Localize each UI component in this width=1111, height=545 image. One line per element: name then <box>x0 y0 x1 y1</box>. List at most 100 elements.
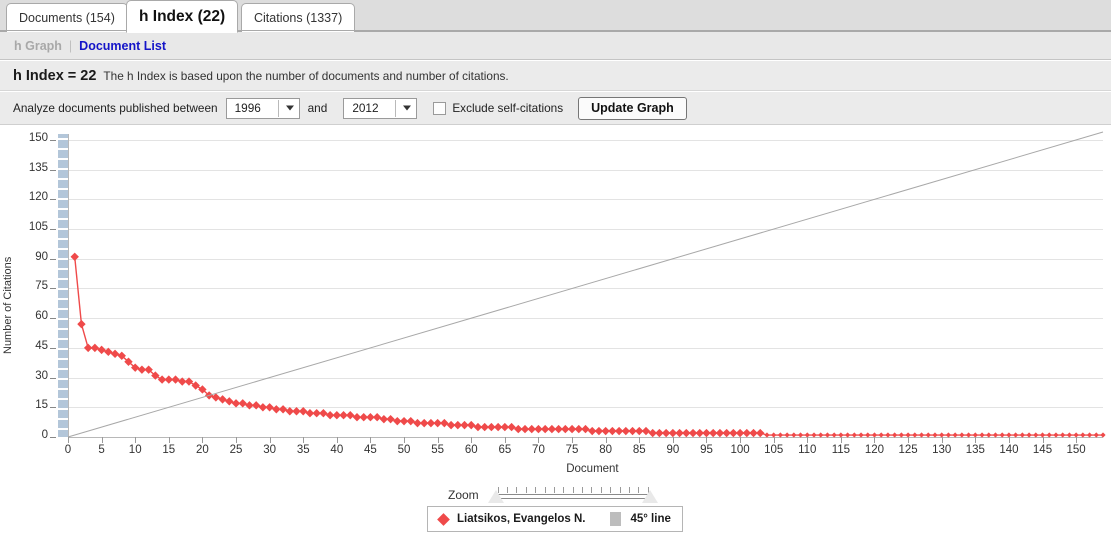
exclude-self-citations-label: Exclude self-citations <box>452 101 564 115</box>
data-point-marker[interactable] <box>641 426 651 436</box>
data-point-marker[interactable] <box>319 409 328 418</box>
data-point-marker[interactable] <box>184 377 194 386</box>
exclude-self-citations-checkbox[interactable] <box>433 101 447 115</box>
x-tick-label: 30 <box>263 444 276 456</box>
data-point-marker[interactable] <box>110 349 120 359</box>
data-point-marker[interactable] <box>251 401 261 410</box>
zoom-slider-handle-left[interactable] <box>487 490 504 503</box>
x-tick-mark <box>68 437 69 443</box>
data-point-marker[interactable] <box>811 432 817 438</box>
data-point-marker[interactable] <box>892 432 898 438</box>
data-point-marker[interactable] <box>764 432 770 438</box>
data-point-marker[interactable] <box>784 432 790 438</box>
data-point-marker[interactable] <box>346 411 355 420</box>
update-graph-button[interactable]: Update Graph <box>578 96 687 120</box>
data-point-marker[interactable] <box>945 432 952 438</box>
data-point-marker[interactable] <box>507 422 516 432</box>
data-point-marker[interactable] <box>1100 432 1106 438</box>
data-point-marker[interactable] <box>299 407 308 416</box>
data-point-marker[interactable] <box>225 397 234 406</box>
data-point-marker[interactable] <box>467 420 476 430</box>
data-point-marker[interactable] <box>372 412 382 422</box>
x-tick-mark <box>908 437 910 443</box>
data-point-marker[interactable] <box>97 345 106 355</box>
data-point-marker[interactable] <box>818 432 824 438</box>
data-point-marker[interactable] <box>171 375 180 384</box>
zoom-slider-tick <box>525 487 527 493</box>
data-point-marker[interactable] <box>1046 432 1052 438</box>
data-point-marker[interactable] <box>1060 432 1066 438</box>
data-point-marker[interactable] <box>70 252 79 261</box>
data-point-marker[interactable] <box>406 416 415 426</box>
data-point-marker[interactable] <box>999 432 1005 438</box>
data-point-marker[interactable] <box>581 424 590 434</box>
data-point-marker[interactable] <box>104 347 113 357</box>
year-to-value: 2012 <box>352 101 379 115</box>
data-point-marker[interactable] <box>1093 432 1099 438</box>
zoom-slider-tick <box>638 487 640 493</box>
data-point-marker[interactable] <box>824 432 831 438</box>
data-point-marker[interactable] <box>386 414 395 424</box>
data-point-marker[interactable] <box>992 432 999 438</box>
data-point-marker[interactable] <box>218 395 227 404</box>
data-point-marker[interactable] <box>777 432 784 438</box>
data-point-marker[interactable] <box>1013 432 1019 438</box>
x-tick-mark <box>773 437 775 443</box>
x-tick-label: 40 <box>330 444 344 456</box>
year-to-select[interactable]: 2012 <box>343 97 418 119</box>
data-point-marker[interactable] <box>191 381 200 390</box>
data-point-marker[interactable] <box>851 432 857 438</box>
zoom-slider-handle-right[interactable] <box>641 490 658 503</box>
zoom-slider-tick <box>628 487 630 493</box>
data-point-marker[interactable] <box>912 432 918 438</box>
data-point-marker[interactable] <box>756 428 765 438</box>
data-point-marker[interactable] <box>278 405 288 414</box>
data-point-marker[interactable] <box>1086 432 1093 438</box>
h-index-description: The h Index is based upon the number of … <box>103 68 509 83</box>
data-point-marker[interactable] <box>1033 432 1039 438</box>
data-point-marker[interactable] <box>858 432 864 438</box>
subnav-item-h-graph[interactable]: h Graph <box>14 39 62 53</box>
data-point-marker[interactable] <box>965 432 972 438</box>
data-point-marker[interactable] <box>1019 432 1025 438</box>
data-point-marker[interactable] <box>1053 432 1059 438</box>
data-point-marker[interactable] <box>932 432 938 438</box>
data-point-marker[interactable] <box>1080 432 1086 438</box>
x-tick-mark <box>975 437 977 443</box>
data-point-marker[interactable] <box>918 432 925 438</box>
data-point-marker[interactable] <box>831 432 837 438</box>
data-point-marker[interactable] <box>90 343 100 353</box>
data-point-marker[interactable] <box>885 432 891 438</box>
x-tick-label: 65 <box>498 444 512 456</box>
data-point-marker[interactable] <box>845 432 851 438</box>
data-point-marker[interactable] <box>986 432 992 438</box>
data-point-marker[interactable] <box>440 418 449 428</box>
tab-documents[interactable]: Documents (154) <box>6 3 128 32</box>
data-point-marker[interactable] <box>878 432 884 438</box>
tab-h-index[interactable]: h Index (22) <box>126 0 239 33</box>
tab-citations[interactable]: Citations (1337) <box>241 3 356 32</box>
subnav-item-document-list[interactable]: Document List <box>79 39 166 53</box>
data-point-marker[interactable] <box>979 432 985 438</box>
x-tick-label: 55 <box>431 444 445 456</box>
data-point-marker[interactable] <box>1066 432 1072 438</box>
data-point-marker[interactable] <box>265 403 274 412</box>
data-point-marker[interactable] <box>1026 432 1032 438</box>
x-tick-mark <box>471 437 473 443</box>
zoom-slider-track[interactable] <box>495 494 650 499</box>
x-tick-mark <box>639 437 641 443</box>
x-tick-mark <box>1042 437 1044 443</box>
data-point-marker[interactable] <box>952 432 958 438</box>
data-point-marker[interactable] <box>959 432 965 438</box>
data-point-marker[interactable] <box>77 319 86 329</box>
chevron-down-icon <box>403 105 412 111</box>
data-point-marker[interactable] <box>791 432 797 438</box>
zoom-slider[interactable] <box>487 484 659 506</box>
data-point-marker[interactable] <box>898 432 904 438</box>
x-tick-mark <box>336 437 338 443</box>
year-from-select[interactable]: 1996 <box>225 97 300 119</box>
data-point-marker[interactable] <box>238 399 247 408</box>
data-point-marker[interactable] <box>797 432 804 438</box>
data-point-marker[interactable] <box>925 432 931 438</box>
data-point-marker[interactable] <box>865 432 871 438</box>
